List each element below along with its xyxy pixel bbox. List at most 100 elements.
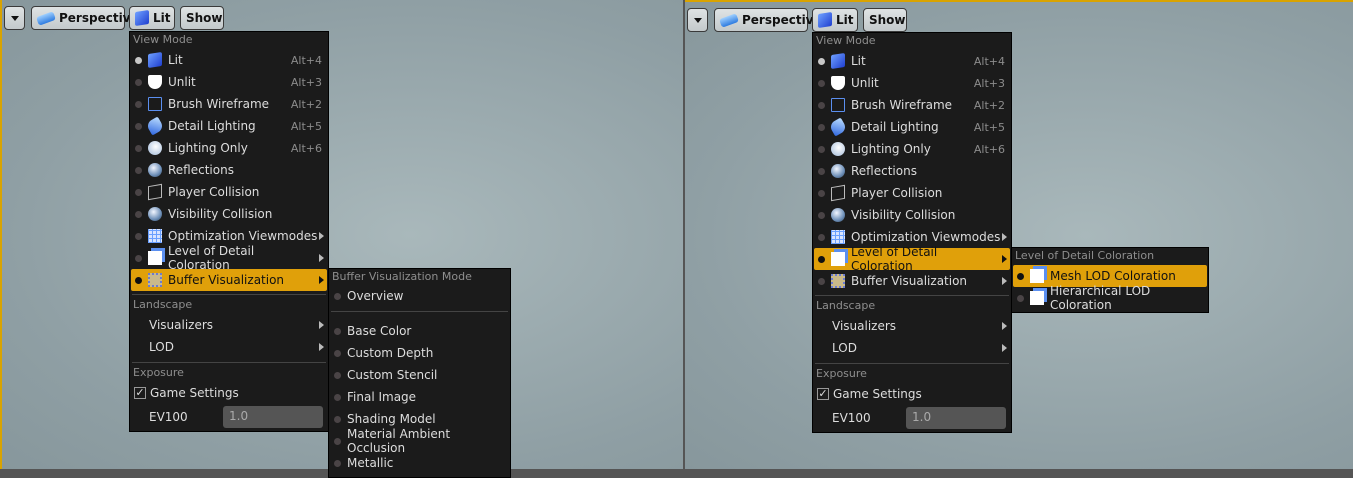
menu-item-label: Overview [347,289,404,303]
menu-item-level-of-detail-coloration[interactable]: Level of Detail Coloration [131,244,327,272]
menu-item-visibility-collision[interactable]: Visibility Collision [131,203,327,225]
menu-item-label: Visualizers [832,319,897,333]
checkbox-icon: ✓ [817,387,829,400]
lod-submenu: Level of Detail Coloration Mesh LOD Color… [1011,247,1209,313]
view-mode-header: View Mode [133,33,193,46]
radio-dot-icon [818,233,825,241]
menu-item-material-ambient-occlusion[interactable]: Material Ambient Occlusion [330,427,509,455]
shield-icon [148,75,162,89]
viewport-options-button[interactable] [4,6,25,30]
radio-dot-icon [818,189,825,197]
menu-item-label: Lighting Only [168,141,248,155]
menu-item-detail-lighting[interactable]: Detail Lighting Alt+5 [131,115,327,137]
menu-item-lit[interactable]: Lit Alt+4 [814,50,1010,72]
menu-item-label: Base Color [347,324,412,338]
lit-cube-icon [818,12,832,28]
menu-item-unlit[interactable]: Unlit Alt+3 [814,72,1010,94]
menu-item-label: Metallic [347,456,394,470]
game-settings-checkbox[interactable]: ✓ Game Settings [131,382,327,404]
menu-item-label: Buffer Visualization [851,274,968,288]
menu-item-label: Hierarchical LOD Coloration [1050,284,1151,312]
grid-icon [148,229,162,243]
show-button[interactable]: Show [863,8,907,32]
view-mode-button[interactable]: Lit [129,6,175,30]
shortcut-label: Alt+4 [290,53,322,67]
radio-dot-icon [334,437,341,445]
show-button[interactable]: Show [180,6,224,30]
buf-icon [148,273,162,287]
right-view-mode-menu: View Mode Lit Alt+4 Unlit Alt+3 Brush Wirefra… [812,32,1012,433]
menu-item-level-of-detail-coloration[interactable]: Level of Detail Coloration [814,245,1010,273]
menu-item-label: Mesh LOD Coloration [1050,269,1176,283]
menu-item-player-collision[interactable]: Player Collision [814,182,1010,204]
sphere-icon [148,207,162,221]
shield-icon [831,76,845,90]
menu-item-landscape-lod[interactable]: LOD [814,337,1010,359]
menu-item-brush-wireframe[interactable]: Brush Wireframe Alt+2 [131,93,327,115]
view-mode-header: View Mode [816,34,876,47]
menu-item-base-color[interactable]: Base Color [330,320,509,342]
checkbox-icon: ✓ [134,386,146,399]
radio-dot-icon [135,188,142,196]
menu-item-label: Optimization Viewmodes [168,229,318,243]
menu-item-label: Brush Wireframe [168,97,270,111]
menu-item-custom-depth[interactable]: Custom Depth [330,342,509,364]
perspective-button[interactable]: Perspective [31,6,139,30]
menu-item-landscape-visualizers[interactable]: Visualizers [814,315,1010,337]
lod-icon [1030,291,1044,305]
game-settings-checkbox[interactable]: ✓ Game Settings [814,383,1010,405]
bulb-icon [148,141,162,155]
submenu-header: Level of Detail Coloration [1015,249,1155,262]
viewport-right[interactable]: Perspective Lit Show View Mode Lit Alt+4 Unlit… [685,0,1353,469]
menu-item-buffer-visualization[interactable]: Buffer Visualization [814,270,1010,292]
shortcut-label: Alt+3 [973,76,1005,90]
menu-item-label: Material Ambient Occlusion [347,427,451,455]
radio-dot-icon [135,100,142,108]
radio-dot-icon [818,255,825,263]
perspective-button[interactable]: Perspective [714,8,822,32]
radio-dot-icon [1017,294,1024,302]
menu-item-hierarchical-lod-coloration[interactable]: Hierarchical LOD Coloration [1013,284,1207,312]
menu-item-lit[interactable]: Lit Alt+4 [131,49,327,71]
radio-dot-icon [818,57,825,65]
menu-item-overview[interactable]: Overview [330,285,509,307]
menu-item-label: Detail Lighting [851,120,939,134]
menu-item-player-collision[interactable]: Player Collision [131,181,327,203]
menu-item-landscape-visualizers[interactable]: Visualizers [131,314,327,336]
radio-dot-icon [818,123,825,131]
grid-icon [831,230,845,244]
lod-icon [1030,269,1044,283]
menu-item-final-image[interactable]: Final Image [330,386,509,408]
submenu-arrow-icon [1002,255,1007,263]
menu-item-brush-wireframe[interactable]: Brush Wireframe Alt+2 [814,94,1010,116]
viewport-options-button[interactable] [687,8,708,32]
ev100-input[interactable]: 1.0 [223,406,323,428]
menu-item-lighting-only[interactable]: Lighting Only Alt+6 [131,137,327,159]
menu-item-detail-lighting[interactable]: Detail Lighting Alt+5 [814,116,1010,138]
menu-item-label: Level of Detail Coloration [851,245,938,273]
viewport-left[interactable]: Perspective Lit Show View Mode Lit Alt+4 Unlit… [0,0,683,478]
menu-item-metallic[interactable]: Metallic [330,452,509,474]
menu-item-reflections[interactable]: Reflections [131,159,327,181]
menu-item-label: LOD [149,340,174,354]
sphere-icon [831,208,845,222]
separator [331,311,508,312]
sphere-icon [148,163,162,177]
menu-item-visibility-collision[interactable]: Visibility Collision [814,204,1010,226]
menu-item-label: Lighting Only [851,142,931,156]
menu-item-label: Visibility Collision [168,207,273,221]
view-mode-button[interactable]: Lit [812,8,858,32]
ev100-input[interactable]: 1.0 [906,407,1006,429]
submenu-arrow-icon [319,232,324,240]
menu-item-landscape-lod[interactable]: LOD [131,336,327,358]
separator [132,362,326,363]
menu-item-reflections[interactable]: Reflections [814,160,1010,182]
menu-item-buffer-visualization[interactable]: Buffer Visualization [131,269,327,291]
menu-item-lighting-only[interactable]: Lighting Only Alt+6 [814,138,1010,160]
menu-item-label: Lit [851,54,866,68]
menu-item-custom-stencil[interactable]: Custom Stencil [330,364,509,386]
radio-dot-icon [818,79,825,87]
radio-dot-icon [818,211,825,219]
menu-item-unlit[interactable]: Unlit Alt+3 [131,71,327,93]
shortcut-label: Alt+5 [973,120,1005,134]
